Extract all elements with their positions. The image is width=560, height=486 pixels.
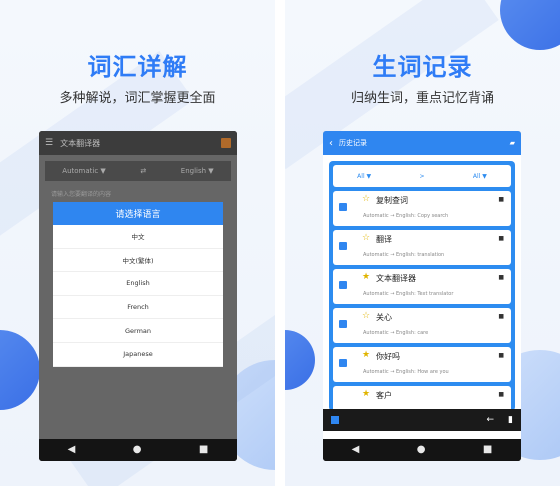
filter-row: All ▼ > All ▼ [333, 165, 511, 187]
language-dialog: 请选择语言 中文 中文(繁体) English French German Ja… [53, 202, 223, 367]
swap-languages-icon[interactable]: ⇄ [140, 167, 146, 175]
phone-mockup: ‹ 历史记录 ▰ All ▼ > All ▼ ☆ 复制查词 Automatic … [323, 131, 521, 461]
target-filter[interactable]: All ▼ [473, 173, 487, 180]
book-icon[interactable] [221, 138, 231, 148]
input-hint[interactable]: 请输入您要翻译的内容 [51, 189, 237, 198]
subline: 多种解说，词汇掌握更全面 [59, 91, 216, 106]
history-item[interactable]: ★ 文本翻译器 Automatic → English: Text transl… [333, 269, 511, 304]
nav-home-icon[interactable]: ● [133, 445, 142, 455]
item-word: 翻译 [376, 235, 392, 244]
app-title: 文本翻译器 [60, 138, 101, 148]
checkbox[interactable] [339, 320, 347, 328]
app-bar: ☰ 文本翻译器 [39, 131, 237, 155]
checkbox[interactable] [339, 359, 347, 367]
star-outline-icon[interactable]: ☆ [362, 311, 370, 321]
checkbox[interactable] [339, 242, 347, 250]
promo-panel-right: 生词记录 归纳生词，重点记忆背诵 ‹ 历史记录 ▰ All ▼ > All ▼ … [285, 0, 560, 486]
language-option[interactable]: English [53, 272, 223, 296]
language-option[interactable]: French [53, 296, 223, 320]
star-filled-icon[interactable]: ★ [362, 350, 370, 360]
item-detail: Automatic → English: care [363, 330, 429, 336]
back-arrow-icon[interactable]: ← [487, 415, 495, 425]
delete-selected-icon[interactable]: ▮ [508, 415, 513, 425]
item-word: 关心 [376, 313, 392, 322]
item-word: 客户 [376, 391, 392, 400]
promo-panel-left: 词汇详解 多种解说，词汇掌握更全面 ☰ 文本翻译器 Automatic ▼ ⇄ … [0, 0, 275, 486]
nav-recent-icon[interactable]: ■ [483, 445, 492, 455]
language-option[interactable]: 中文 [53, 225, 223, 249]
headline: 生词记录 [372, 53, 473, 81]
decor-blob [500, 0, 560, 50]
library-icon[interactable]: ▰ [510, 139, 515, 147]
translator-screen: ☰ 文本翻译器 Automatic ▼ ⇄ English ▼ 请输入您要翻译的… [39, 131, 237, 439]
history-item[interactable]: ★ 你好吗 Automatic → English: How are you ■ [333, 347, 511, 382]
star-outline-icon[interactable]: ☆ [362, 194, 370, 204]
language-option[interactable]: German [53, 319, 223, 343]
checkbox[interactable] [339, 281, 347, 289]
delete-icon[interactable]: ■ [498, 196, 504, 203]
history-screen: ‹ 历史记录 ▰ All ▼ > All ▼ ☆ 复制查词 Automatic … [323, 131, 521, 439]
app-title: 历史记录 [339, 139, 367, 147]
star-filled-icon[interactable]: ★ [362, 389, 370, 399]
android-nav-bar: ◀ ● ■ [39, 439, 237, 461]
app-bar: ‹ 历史记录 ▰ [323, 131, 521, 155]
delete-icon[interactable]: ■ [498, 235, 504, 242]
source-filter[interactable]: All ▼ [357, 173, 371, 180]
item-word: 文本翻译器 [376, 274, 416, 283]
history-item[interactable]: ☆ 复制查词 Automatic → English: Copy search … [333, 191, 511, 226]
nav-back-icon[interactable]: ◀ [352, 445, 360, 455]
delete-icon[interactable]: ■ [498, 391, 504, 398]
item-detail: Automatic → English: translation [363, 252, 445, 258]
nav-recent-icon[interactable]: ■ [199, 445, 208, 455]
language-option[interactable]: Japanese [53, 343, 223, 367]
item-detail: Automatic → English: Text translator [363, 291, 454, 297]
target-language-select[interactable]: English ▼ [181, 167, 214, 175]
delete-icon[interactable]: ■ [498, 274, 504, 281]
phone-mockup: ☰ 文本翻译器 Automatic ▼ ⇄ English ▼ 请输入您要翻译的… [39, 131, 237, 461]
decor-blob [0, 330, 40, 410]
item-word: 复制查词 [376, 196, 408, 205]
star-outline-icon[interactable]: ☆ [362, 233, 370, 243]
language-row: Automatic ▼ ⇄ English ▼ [45, 161, 231, 181]
history-list: All ▼ > All ▼ ☆ 复制查词 Automatic → English… [329, 161, 515, 411]
item-detail: Automatic → English: How are you [363, 369, 449, 375]
nav-back-icon[interactable]: ◀ [68, 445, 76, 455]
item-word: 你好吗 [376, 352, 400, 361]
menu-icon[interactable]: ☰ [45, 138, 53, 148]
source-language-select[interactable]: Automatic ▼ [62, 167, 106, 175]
subline: 归纳生词，重点记忆背诵 [350, 91, 494, 106]
checkbox[interactable] [339, 203, 347, 211]
filter-arrow-icon: > [419, 172, 425, 180]
history-item[interactable]: ★ 客户 ■ [333, 386, 511, 411]
dialog-title: 请选择语言 [53, 202, 223, 225]
language-option[interactable]: 中文(繁体) [53, 249, 223, 273]
star-filled-icon[interactable]: ★ [362, 272, 370, 282]
selection-bar: ← ▮ [323, 409, 521, 431]
history-item[interactable]: ☆ 关心 Automatic → English: care ■ [333, 308, 511, 343]
select-all-checkbox[interactable] [331, 416, 339, 424]
nav-home-icon[interactable]: ● [417, 445, 426, 455]
back-icon[interactable]: ‹ [329, 138, 333, 149]
android-nav-bar: ◀ ● ■ [323, 439, 521, 461]
decor-blob [285, 330, 315, 390]
delete-icon[interactable]: ■ [498, 313, 504, 320]
item-detail: Automatic → English: Copy search [363, 213, 449, 219]
headline: 词汇详解 [87, 53, 188, 81]
delete-icon[interactable]: ■ [498, 352, 504, 359]
history-item[interactable]: ☆ 翻译 Automatic → English: translation ■ [333, 230, 511, 265]
